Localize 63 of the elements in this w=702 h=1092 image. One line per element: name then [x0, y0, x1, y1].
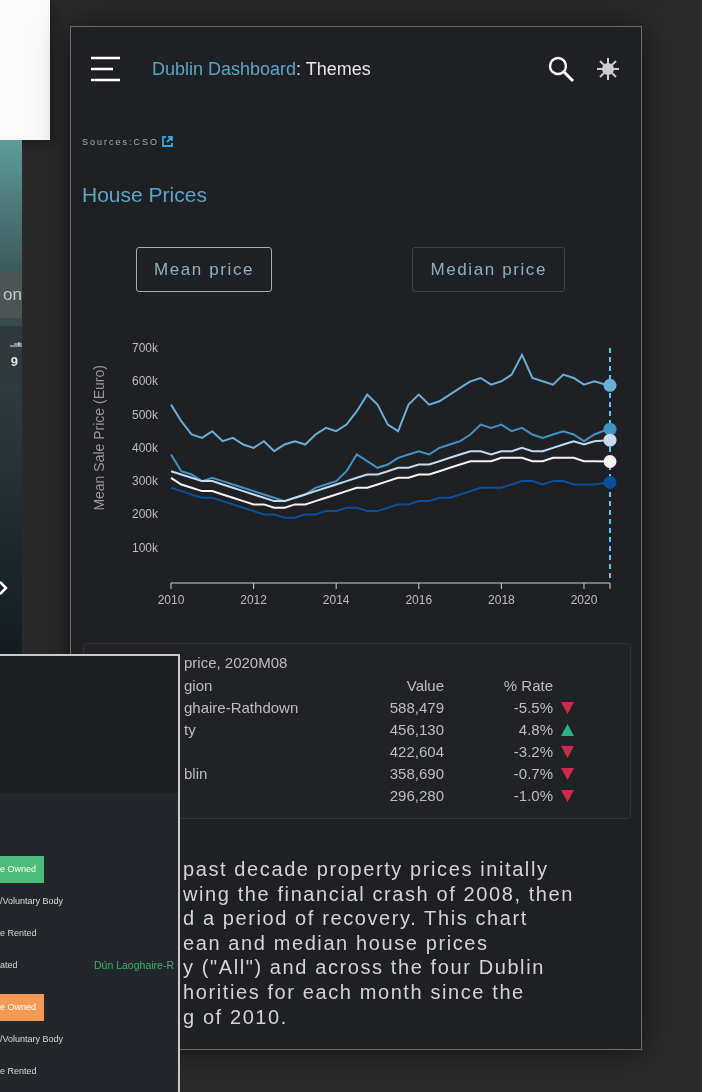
tick-label: 700k [131, 341, 158, 355]
description-line: wing the financial crash of 2008, then [183, 881, 575, 907]
chevron-icon[interactable] [0, 580, 8, 596]
page-title: : Themes [296, 58, 371, 79]
end-marker [603, 433, 617, 447]
table-cell-text: 456,130 [388, 721, 444, 738]
table-cell-text: 358,690 [388, 765, 444, 782]
count-label: 9 [10, 353, 19, 369]
table-cell-text: 588,479 [388, 699, 444, 716]
tick-label: 400k [131, 440, 158, 455]
sources-label: Sources:CSO [82, 136, 160, 147]
tick-label: 2020 [570, 593, 598, 607]
table-cell-text: 296,280 [388, 787, 444, 804]
end-marker [603, 422, 617, 436]
legend-label: e Rented [0, 1066, 37, 1076]
card-title: price, 2020M08 [184, 654, 289, 671]
description-line: d a period of recovery. This chart [183, 906, 529, 931]
table-cell-text: -5.5% [512, 699, 553, 716]
toggle-button[interactable]: Median price [412, 247, 565, 292]
tick-label: 2012 [240, 593, 267, 607]
table-cell-text: ghaire-Rathdown [184, 699, 300, 716]
end-marker [603, 455, 617, 468]
legend-label: e Rented [0, 928, 37, 938]
menu-icon[interactable] [91, 56, 120, 82]
tick-label: 600k [131, 374, 158, 389]
table-cell-text: blin [184, 765, 209, 782]
end-marker [603, 378, 617, 392]
tick-label: 200k [131, 507, 158, 522]
legend-label: /Voluntary Body [0, 896, 64, 906]
legend-label: /Voluntary Body [0, 1034, 64, 1044]
table-cell-text: -3.2% [512, 743, 553, 760]
tick-label: 2010 [157, 593, 185, 607]
end-marker [603, 475, 617, 489]
description-line: horities for each month since the [183, 979, 526, 1005]
column-header: gion [184, 677, 214, 694]
brand-link[interactable]: Dublin Dashboard [152, 58, 297, 79]
small-icon [10, 341, 22, 348]
table-cell-text: 4.8% [517, 721, 553, 738]
table-cell-text: -0.7% [512, 765, 553, 782]
tick-label: 2016 [405, 593, 433, 607]
toggle-button[interactable]: Mean price [136, 247, 273, 292]
legend-label: ated [0, 960, 18, 970]
table-cell-text: ty [184, 721, 197, 738]
external-link-icon[interactable] [162, 136, 174, 147]
description-line: ean and median house prices [183, 930, 490, 956]
search-icon[interactable] [547, 55, 575, 83]
network-icon[interactable] [595, 56, 621, 82]
tick-label: 500k [131, 407, 158, 422]
tick-label: 2018 [488, 593, 515, 607]
bar-text: on [3, 285, 22, 305]
description-line: past decade property prices initally [183, 857, 550, 882]
tick-label: 100k [131, 540, 158, 555]
table-cell-text: -1.0% [512, 787, 553, 804]
description-line: y ("All") and across the four Dublin [183, 955, 546, 980]
tick-label: 2014 [322, 593, 350, 607]
section-heading: House Prices [82, 183, 208, 207]
axis-title: Mean Sale Price (Euro) [91, 365, 107, 511]
tick-label: 300k [131, 474, 158, 489]
table-cell-text: 422,604 [388, 743, 444, 760]
region-label: Dún Laoghaire-R [94, 959, 174, 971]
column-header: Value [405, 677, 444, 694]
description-line: g of 2010. [183, 1004, 289, 1030]
column-header: % Rate [502, 677, 553, 694]
